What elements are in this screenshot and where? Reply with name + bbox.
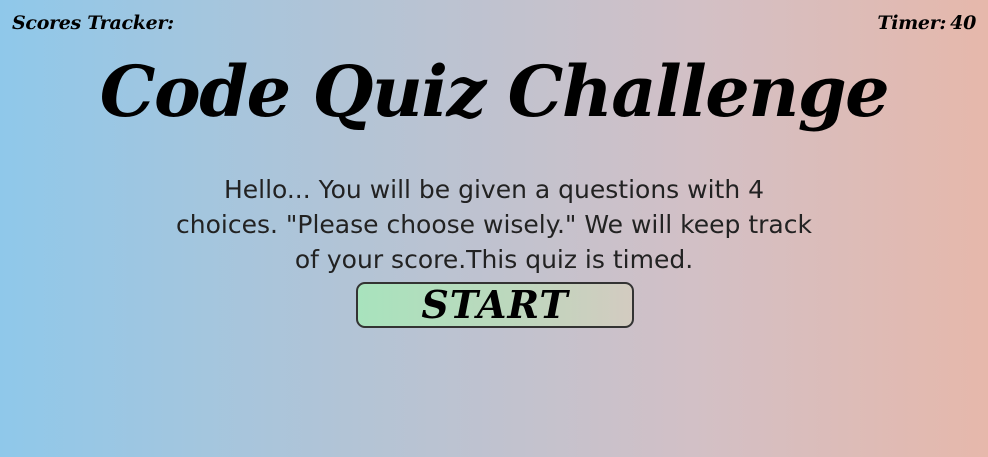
timer-value: 40 (950, 12, 976, 34)
intro-text: Hello... You will be given a questions w… (176, 175, 812, 274)
page-title: Code Quiz Challenge (99, 50, 890, 133)
scores-tracker-link[interactable]: Scores Tracker: (12, 12, 174, 34)
timer-label: Timer: (877, 12, 947, 34)
start-button[interactable]: START (356, 282, 634, 328)
timer-display: Timer: 40 (877, 12, 976, 34)
top-bar: Scores Tracker: Timer: 40 (0, 0, 988, 52)
